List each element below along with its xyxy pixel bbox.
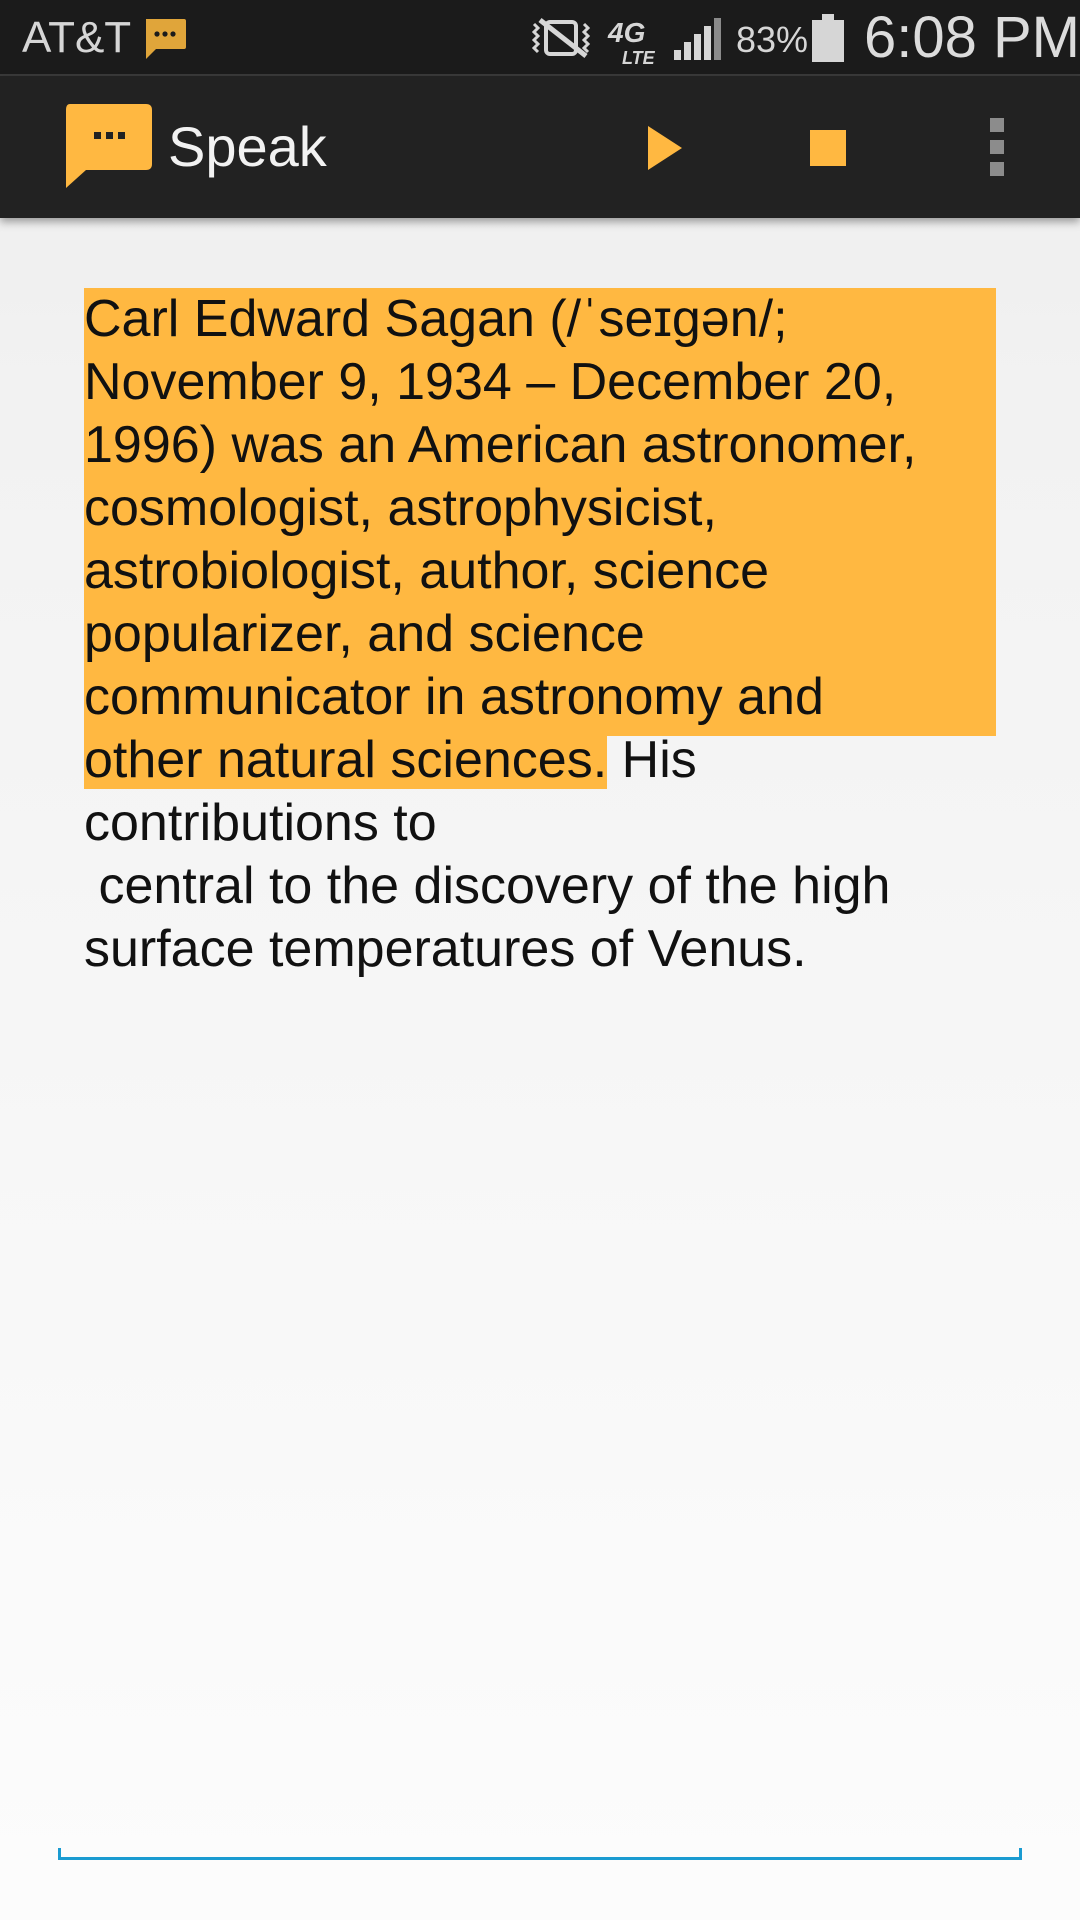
signal-strength-icon (674, 18, 721, 60)
app-title: Speak (168, 115, 327, 178)
spoken-line: astrobiologist, author, science (84, 542, 770, 600)
spoken-line: 1996) was an American astronomer, (84, 416, 917, 474)
stop-button[interactable] (780, 100, 876, 196)
play-icon (648, 126, 682, 170)
text-input-area[interactable]: Carl Edward Sagan (/ˈseɪɡən/; November 9… (84, 288, 1004, 981)
overflow-menu-button[interactable] (948, 100, 1044, 196)
carrier-label: AT&T (22, 13, 132, 62)
speak-notification-icon (146, 19, 186, 59)
spoken-line: Carl Edward Sagan (/ˈseɪɡən/; (84, 290, 788, 348)
network-4g-lte-icon: 4G LTE (607, 17, 656, 66)
overflow-menu-icon (990, 118, 1004, 176)
battery-icon (812, 14, 844, 62)
app-bar: Speak (0, 76, 1080, 218)
status-bar: AT&T 4G LTE 83% 6:08 PM (0, 0, 1080, 76)
vibrate-mute-icon (531, 18, 591, 58)
text-line: His (607, 731, 697, 789)
text-line: contributions to (84, 794, 437, 852)
text-field-underline (58, 1848, 1022, 1860)
svg-text:4G: 4G (607, 17, 645, 48)
text-line: central to the discovery of the high (84, 857, 891, 915)
spoken-line: popularizer, and science (84, 605, 645, 663)
speech-bubble-icon (66, 104, 152, 188)
stop-icon (810, 130, 846, 166)
play-button[interactable] (616, 100, 712, 196)
text-line: surface temperatures of Venus. (84, 920, 807, 978)
svg-text:LTE: LTE (622, 48, 656, 66)
spoken-line: November 9, 1934 – December 20, (84, 353, 897, 411)
clock: 6:08 PM (864, 5, 1080, 70)
battery-percent: 83% (736, 19, 809, 60)
spoken-line: communicator in astronomy and (84, 668, 824, 726)
spoken-line: cosmologist, astrophysicist, (84, 479, 717, 537)
speech-text: Carl Edward Sagan (/ˈseɪɡən/; November 9… (84, 288, 1004, 981)
spoken-line: other natural sciences. (84, 731, 608, 789)
